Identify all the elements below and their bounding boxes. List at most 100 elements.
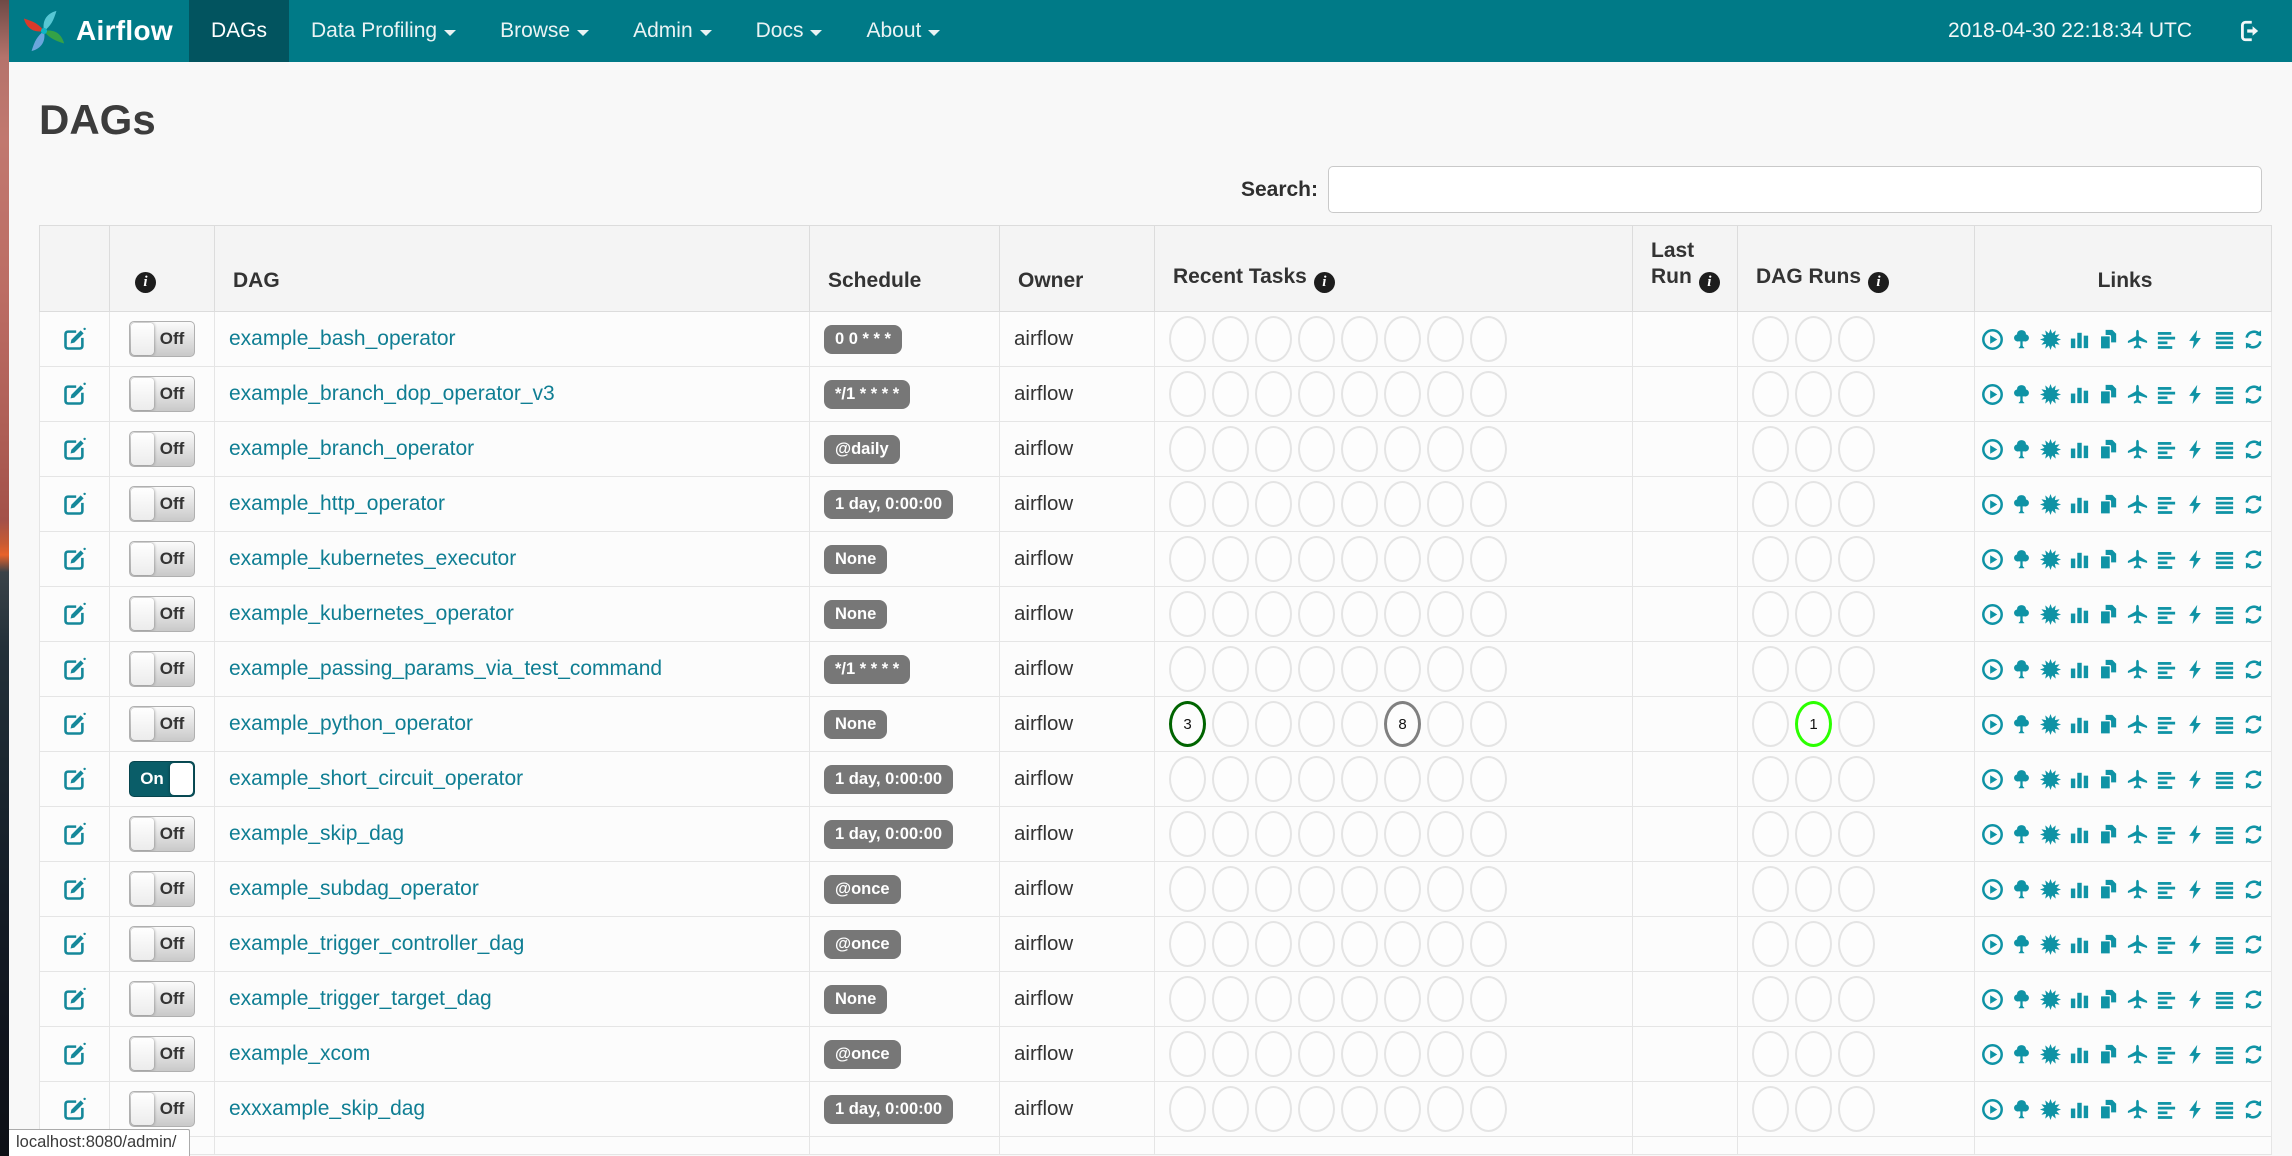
logs-icon[interactable] [2213, 658, 2236, 681]
logs-icon[interactable] [2213, 768, 2236, 791]
edit-dag-icon[interactable] [61, 492, 88, 515]
code-icon[interactable] [2184, 328, 2207, 351]
task-duration-icon[interactable] [2068, 493, 2091, 516]
code-icon[interactable] [2184, 713, 2207, 736]
dag-link[interactable]: example_trigger_target_dag [229, 987, 492, 1010]
task-tries-icon[interactable] [2097, 328, 2120, 351]
nav-item-docs[interactable]: Docs [734, 0, 845, 62]
refresh-icon[interactable] [2242, 1098, 2265, 1121]
edit-dag-icon[interactable] [61, 547, 88, 570]
landing-times-icon[interactable] [2126, 493, 2149, 516]
logs-icon[interactable] [2213, 438, 2236, 461]
graph-view-icon[interactable] [2039, 658, 2062, 681]
trigger-dag-icon[interactable] [1981, 988, 2004, 1011]
logs-icon[interactable] [2213, 1043, 2236, 1066]
logs-icon[interactable] [2213, 713, 2236, 736]
code-icon[interactable] [2184, 768, 2207, 791]
gantt-icon[interactable] [2155, 328, 2178, 351]
gantt-icon[interactable] [2155, 548, 2178, 571]
schedule-badge[interactable]: 1 day, 0:00:00 [824, 489, 954, 519]
task-duration-icon[interactable] [2068, 603, 2091, 626]
tree-view-icon[interactable] [2010, 603, 2033, 626]
code-icon[interactable] [2184, 383, 2207, 406]
logs-icon[interactable] [2213, 823, 2236, 846]
nav-item-about[interactable]: About [844, 0, 962, 62]
landing-times-icon[interactable] [2126, 768, 2149, 791]
logs-icon[interactable] [2213, 383, 2236, 406]
task-duration-icon[interactable] [2068, 1043, 2091, 1066]
gantt-icon[interactable] [2155, 438, 2178, 461]
logs-icon[interactable] [2213, 933, 2236, 956]
task-state-circle[interactable]: 3 [1169, 701, 1206, 748]
tree-view-icon[interactable] [2010, 988, 2033, 1011]
trigger-dag-icon[interactable] [1981, 768, 2004, 791]
schedule-badge[interactable]: @once [824, 874, 901, 904]
task-duration-icon[interactable] [2068, 988, 2091, 1011]
tree-view-icon[interactable] [2010, 383, 2033, 406]
dag-link[interactable]: example_kubernetes_executor [229, 547, 516, 570]
dag-link[interactable]: example_python_operator [229, 712, 473, 735]
logs-icon[interactable] [2213, 328, 2236, 351]
dag-link[interactable]: example_bash_operator [229, 327, 456, 350]
dag-link[interactable]: example_branch_operator [229, 437, 474, 460]
task-tries-icon[interactable] [2097, 768, 2120, 791]
code-icon[interactable] [2184, 988, 2207, 1011]
landing-times-icon[interactable] [2126, 548, 2149, 571]
schedule-badge[interactable]: */1 * * * * [824, 379, 911, 409]
refresh-icon[interactable] [2242, 548, 2265, 571]
refresh-icon[interactable] [2242, 438, 2265, 461]
dag-link[interactable]: example_trigger_controller_dag [229, 932, 524, 955]
edit-dag-icon[interactable] [61, 327, 88, 350]
landing-times-icon[interactable] [2126, 988, 2149, 1011]
dag-pause-toggle[interactable]: Off [129, 651, 195, 688]
task-duration-icon[interactable] [2068, 713, 2091, 736]
code-icon[interactable] [2184, 438, 2207, 461]
edit-dag-icon[interactable] [61, 437, 88, 460]
task-tries-icon[interactable] [2097, 988, 2120, 1011]
edit-dag-icon[interactable] [61, 712, 88, 735]
refresh-icon[interactable] [2242, 603, 2265, 626]
task-tries-icon[interactable] [2097, 438, 2120, 461]
header-schedule[interactable]: Schedule [809, 224, 1000, 313]
dag-pause-toggle[interactable]: Off [129, 486, 195, 523]
trigger-dag-icon[interactable] [1981, 438, 2004, 461]
gantt-icon[interactable] [2155, 658, 2178, 681]
landing-times-icon[interactable] [2126, 878, 2149, 901]
gantt-icon[interactable] [2155, 933, 2178, 956]
edit-dag-icon[interactable] [61, 602, 88, 625]
trigger-dag-icon[interactable] [1981, 383, 2004, 406]
schedule-badge[interactable]: None [824, 984, 888, 1014]
task-tries-icon[interactable] [2097, 878, 2120, 901]
tree-view-icon[interactable] [2010, 438, 2033, 461]
task-tries-icon[interactable] [2097, 493, 2120, 516]
code-icon[interactable] [2184, 603, 2207, 626]
task-tries-icon[interactable] [2097, 713, 2120, 736]
landing-times-icon[interactable] [2126, 933, 2149, 956]
code-icon[interactable] [2184, 493, 2207, 516]
task-state-circle[interactable]: 8 [1384, 701, 1421, 748]
refresh-icon[interactable] [2242, 988, 2265, 1011]
gantt-icon[interactable] [2155, 713, 2178, 736]
dag-pause-toggle[interactable]: Off [129, 981, 195, 1018]
code-icon[interactable] [2184, 1043, 2207, 1066]
schedule-badge[interactable]: */1 * * * * [824, 654, 911, 684]
logs-icon[interactable] [2213, 878, 2236, 901]
schedule-badge[interactable]: None [824, 544, 888, 574]
refresh-icon[interactable] [2242, 933, 2265, 956]
tree-view-icon[interactable] [2010, 1098, 2033, 1121]
landing-times-icon[interactable] [2126, 1043, 2149, 1066]
code-icon[interactable] [2184, 878, 2207, 901]
nav-item-admin[interactable]: Admin [611, 0, 734, 62]
trigger-dag-icon[interactable] [1981, 1043, 2004, 1066]
dag-link[interactable]: example_kubernetes_operator [229, 602, 514, 625]
dag-link[interactable]: example_http_operator [229, 492, 445, 515]
nav-item-data-profiling[interactable]: Data Profiling [289, 0, 478, 62]
dagrun-state-circle[interactable]: 1 [1795, 701, 1832, 748]
refresh-icon[interactable] [2242, 878, 2265, 901]
task-tries-icon[interactable] [2097, 603, 2120, 626]
task-duration-icon[interactable] [2068, 823, 2091, 846]
schedule-badge[interactable]: @daily [824, 434, 900, 464]
tree-view-icon[interactable] [2010, 1043, 2033, 1066]
edit-dag-icon[interactable] [61, 767, 88, 790]
trigger-dag-icon[interactable] [1981, 328, 2004, 351]
